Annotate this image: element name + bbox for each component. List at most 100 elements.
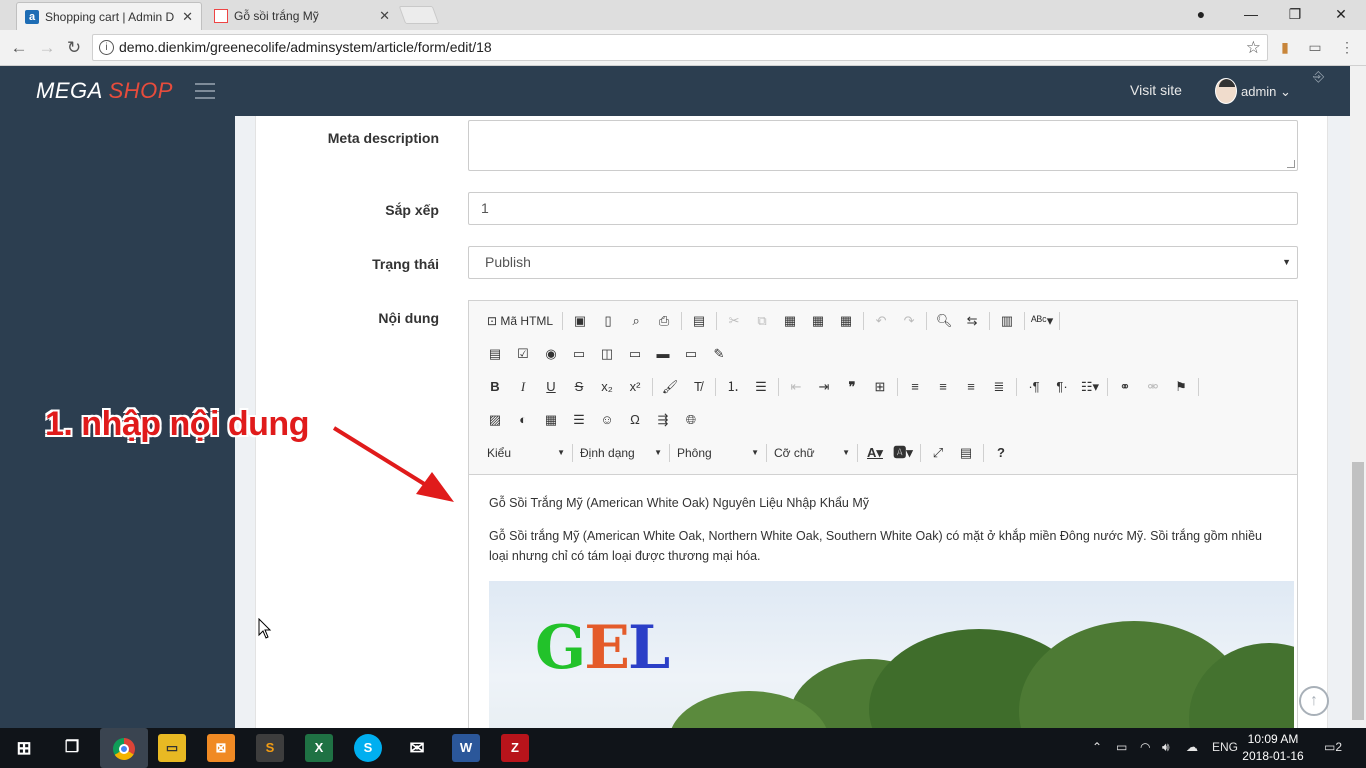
paste-word-icon[interactable]: ▦ — [832, 310, 860, 332]
cut-icon[interactable]: ✂ — [720, 310, 748, 332]
content-image[interactable]: GEL — [489, 581, 1294, 728]
site-info-icon[interactable]: i — [99, 40, 114, 55]
special-char-icon[interactable]: Ω — [621, 409, 649, 431]
extension-icon[interactable]: ▮ — [1276, 39, 1294, 57]
close-tab-icon[interactable]: ✕ — [182, 9, 193, 25]
hidden-field-icon[interactable]: ✎ — [705, 343, 733, 365]
menu-toggle-icon[interactable] — [195, 83, 215, 99]
horizontal-line-icon[interactable]: ☰ — [565, 409, 593, 431]
skype-icon[interactable]: S — [354, 734, 382, 762]
chrome-taskbar-icon[interactable] — [100, 728, 148, 768]
page-scrollbar[interactable] — [1350, 66, 1366, 728]
format-combo[interactable]: Định dạng ▼ — [576, 442, 666, 464]
file-explorer-icon[interactable]: ▭ — [158, 734, 186, 762]
div-container-icon[interactable]: ⊞ — [866, 376, 894, 398]
paste-icon[interactable]: ▦ — [776, 310, 804, 332]
align-left-icon[interactable]: ≡ — [901, 376, 929, 398]
meta-description-textarea[interactable] — [468, 120, 1298, 171]
indent-icon[interactable]: ⇥ — [810, 376, 838, 398]
button-field-icon[interactable]: ▬ — [649, 343, 677, 365]
flash-icon[interactable]: ◐ — [509, 409, 537, 431]
justify-icon[interactable]: ≣ — [985, 376, 1013, 398]
textarea-icon[interactable]: ◫ — [593, 343, 621, 365]
save-icon[interactable]: ▣ — [566, 310, 594, 332]
rtl-icon[interactable]: ¶· — [1048, 376, 1076, 398]
anchor-flag-icon[interactable]: ⚑ — [1167, 376, 1195, 398]
undo-icon[interactable]: ↶ — [867, 310, 895, 332]
scroll-to-top-button[interactable]: ↑ — [1299, 686, 1329, 716]
chrome-menu-icon[interactable]: ⋮ — [1338, 39, 1356, 57]
show-blocks-icon[interactable]: ▤ — [952, 442, 980, 464]
align-right-icon[interactable]: ≡ — [957, 376, 985, 398]
new-tab-button[interactable] — [398, 6, 440, 24]
remove-format-icon[interactable]: T̸ — [684, 376, 712, 398]
style-combo[interactable]: Kiểu ▼ — [483, 442, 569, 464]
reload-icon[interactable]: ↻ — [63, 37, 85, 59]
checkbox-icon[interactable]: ☑ — [509, 343, 537, 365]
print-icon[interactable]: ⎙ — [650, 310, 678, 332]
windows-start-icon[interactable]: ⊞ — [10, 734, 38, 762]
image-icon[interactable]: ▨ — [481, 409, 509, 431]
scrollbar-thumb[interactable] — [1352, 462, 1364, 720]
visit-site-link[interactable]: Visit site — [1130, 82, 1182, 98]
bullet-list-icon[interactable]: ☰ — [747, 376, 775, 398]
redo-icon[interactable]: ↷ — [895, 310, 923, 332]
smiley-icon[interactable]: ☺ — [593, 409, 621, 431]
form-icon[interactable]: ▤ — [481, 343, 509, 365]
page-break-icon[interactable]: ⇶ — [649, 409, 677, 431]
maximize-icon[interactable]: ❐ — [1272, 0, 1318, 30]
browser-tab-admin[interactable]: a Shopping cart | Admin D ✕ — [16, 2, 202, 30]
sublime-icon[interactable]: S — [256, 734, 284, 762]
forward-arrow-icon[interactable]: → — [36, 37, 58, 59]
preview-icon[interactable]: ⌕ — [622, 310, 650, 332]
help-icon[interactable]: ? — [987, 442, 1015, 464]
language-icon[interactable]: ☷▾ — [1076, 376, 1104, 398]
numbered-list-icon[interactable]: ⒈ — [719, 376, 747, 398]
xampp-icon[interactable]: ⊠ — [207, 734, 235, 762]
cast-icon[interactable]: ▭ — [1306, 39, 1324, 57]
textfield-icon[interactable]: ▭ — [565, 343, 593, 365]
align-center-icon[interactable]: ≡ — [929, 376, 957, 398]
volume-icon[interactable]: 🔊︎ — [1162, 740, 1170, 755]
radio-icon[interactable]: ◉ — [537, 343, 565, 365]
excel-icon[interactable]: X — [305, 734, 333, 762]
profile-icon[interactable]: ● — [1178, 0, 1224, 30]
strikethrough-icon[interactable]: S — [565, 376, 593, 398]
word-icon[interactable]: W — [452, 734, 480, 762]
superscript-icon[interactable]: x² — [621, 376, 649, 398]
task-view-icon[interactable]: ❐ — [58, 734, 86, 762]
subscript-icon[interactable]: x₂ — [593, 376, 621, 398]
italic-icon[interactable]: I — [509, 376, 537, 398]
find-icon[interactable]: 🔍︎ — [930, 310, 958, 332]
back-arrow-icon[interactable]: ← — [8, 37, 30, 59]
sort-input[interactable]: 1 — [468, 192, 1298, 225]
iframe-icon[interactable]: 🌐︎ — [677, 409, 705, 431]
copy-icon[interactable]: ⧉ — [748, 310, 776, 332]
outdent-icon[interactable]: ⇤ — [782, 376, 810, 398]
select-field-icon[interactable]: ▭ — [621, 343, 649, 365]
logout-icon[interactable]: ⎆ — [1313, 68, 1324, 85]
wifi-icon[interactable]: ◠ — [1140, 740, 1150, 754]
source-html-button[interactable]: ⊡ Mã HTML — [481, 310, 559, 332]
status-select[interactable]: Publish ▼ — [468, 246, 1298, 279]
image-button-icon[interactable]: ▭ — [677, 343, 705, 365]
bookmark-star-icon[interactable]: ☆ — [1246, 35, 1261, 60]
system-clock[interactable]: 10:09 AM 2018-01-16 — [1240, 731, 1306, 765]
action-center-icon[interactable]: ▭2 — [1324, 740, 1342, 754]
link-icon[interactable]: ⚭ — [1111, 376, 1139, 398]
underline-icon[interactable]: U — [537, 376, 565, 398]
filezilla-icon[interactable]: Z — [501, 734, 529, 762]
table-icon[interactable]: ▦ — [537, 409, 565, 431]
input-language[interactable]: ENG — [1212, 740, 1238, 754]
mail-icon[interactable]: ✉ — [403, 734, 431, 762]
templates-icon[interactable]: ▤ — [685, 310, 713, 332]
brand-logo[interactable]: MEGA SHOP — [36, 78, 173, 104]
select-all-icon[interactable]: ▥ — [993, 310, 1021, 332]
new-page-icon[interactable]: ▯ — [594, 310, 622, 332]
replace-icon[interactable]: ⇆ — [958, 310, 986, 332]
address-bar[interactable]: i demo.dienkim/greenecolife/adminsystem/… — [92, 34, 1268, 61]
font-combo[interactable]: Phông ▼ — [673, 442, 763, 464]
blockquote-icon[interactable]: ❞ — [838, 376, 866, 398]
content-title[interactable]: Gỗ Sồi Trắng Mỹ (American White Oak) Ngu… — [489, 493, 1279, 513]
maximize-editor-icon[interactable]: ⤢ — [924, 442, 952, 464]
